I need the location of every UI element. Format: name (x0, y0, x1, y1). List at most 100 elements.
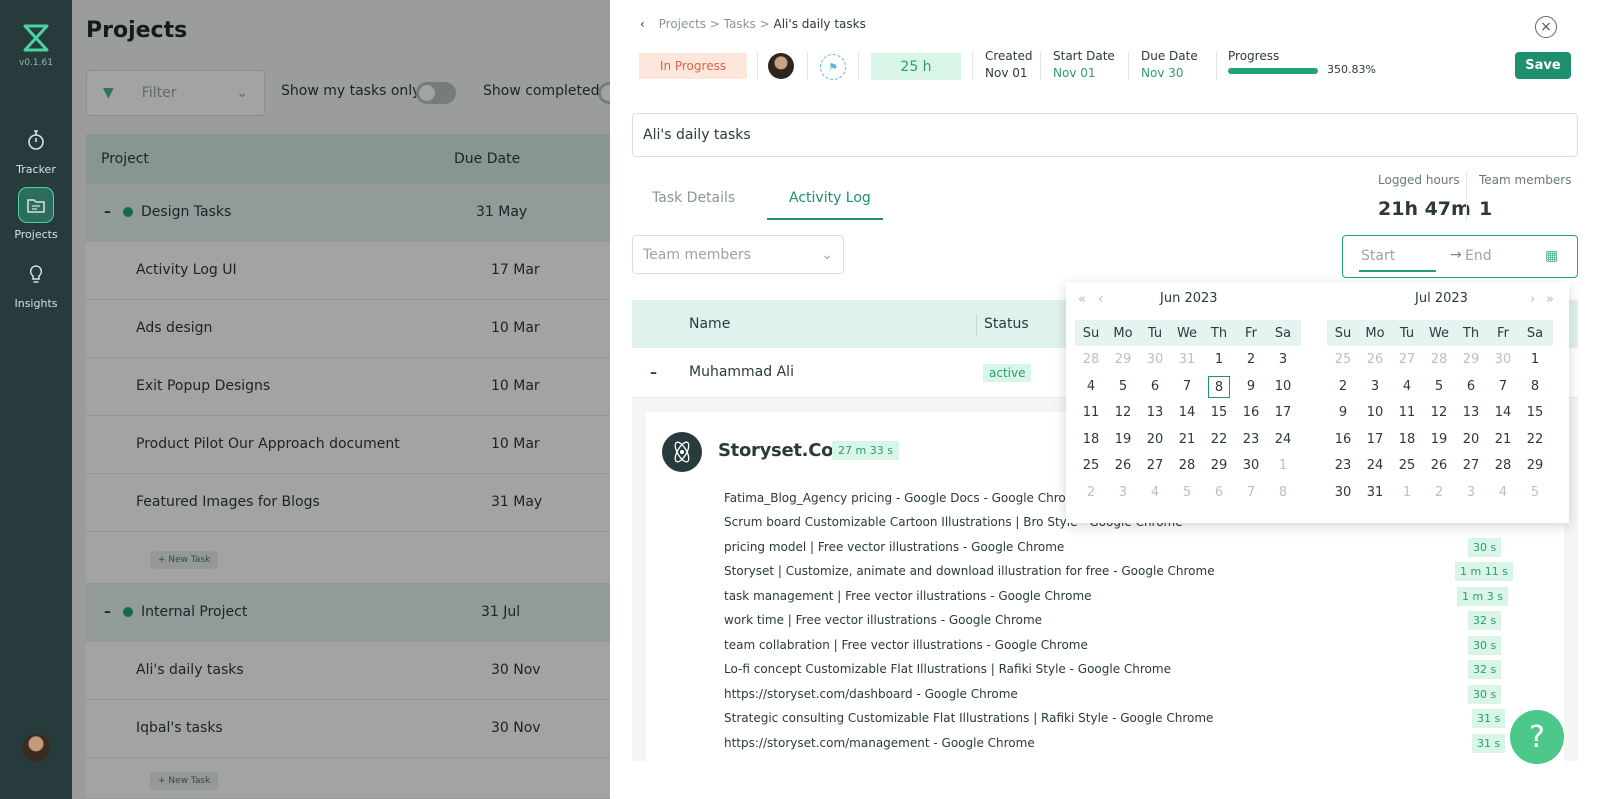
calendar-day[interactable]: 24 (1267, 429, 1299, 451)
calendar-day[interactable]: 10 (1267, 376, 1299, 398)
calendar-day[interactable]: 8 (1208, 375, 1230, 398)
calendar-day[interactable]: 7 (1171, 376, 1203, 398)
calendar-day[interactable]: 5 (1107, 376, 1139, 398)
calendar-day[interactable]: 8 (1267, 482, 1299, 504)
estimated-hours[interactable]: 25 h (871, 53, 961, 80)
calendar-day[interactable]: 25 (1075, 455, 1107, 477)
calendar-day[interactable]: 18 (1075, 429, 1107, 451)
calendar-day[interactable]: 14 (1171, 402, 1203, 424)
calendar-day[interactable]: 2 (1235, 349, 1267, 371)
help-button[interactable]: ? (1510, 710, 1564, 764)
calendar-day[interactable]: 30 (1139, 349, 1171, 371)
calendar-day[interactable]: 27 (1455, 455, 1487, 477)
calendar-day[interactable]: 1 (1519, 349, 1551, 371)
calendar-day[interactable]: 29 (1519, 455, 1551, 477)
calendar-day[interactable]: 1 (1391, 482, 1423, 504)
calendar-day[interactable]: 30 (1235, 455, 1267, 477)
calendar-day[interactable]: 5 (1519, 482, 1551, 504)
calendar-day[interactable]: 11 (1075, 402, 1107, 424)
month-title[interactable]: Jul 2023 (1415, 291, 1468, 306)
date-range-picker[interactable]: Start → End ▦ (1342, 235, 1578, 278)
calendar-day[interactable]: 4 (1075, 376, 1107, 398)
calendar-day[interactable]: 15 (1203, 402, 1235, 424)
back-chevron-icon[interactable]: ‹ (640, 17, 645, 31)
app-logo[interactable]: v0.1.61 (0, 22, 72, 68)
calendar-day[interactable]: 12 (1423, 402, 1455, 424)
calendar-day[interactable]: 3 (1359, 376, 1391, 398)
calendar-day[interactable]: 23 (1327, 455, 1359, 477)
tab-task-details[interactable]: Task Details (652, 190, 735, 206)
calendar-day[interactable]: 7 (1235, 482, 1267, 504)
calendar-day[interactable]: 28 (1423, 349, 1455, 371)
calendar-day[interactable]: 21 (1171, 429, 1203, 451)
calendar-day[interactable]: 5 (1171, 482, 1203, 504)
calendar-day[interactable]: 9 (1235, 376, 1267, 398)
sidebar-item-tracker[interactable]: Tracker (0, 122, 72, 176)
assignee-avatar[interactable] (768, 53, 794, 79)
sidebar-item-projects[interactable]: Projects (0, 187, 72, 241)
calendar-day[interactable]: 30 (1327, 482, 1359, 504)
range-start-input[interactable]: Start (1361, 248, 1395, 264)
calendar-day[interactable]: 20 (1139, 429, 1171, 451)
calendar-day[interactable]: 2 (1075, 482, 1107, 504)
calendar-day[interactable]: 17 (1359, 429, 1391, 451)
calendar-day[interactable]: 17 (1267, 402, 1299, 424)
range-end-input[interactable]: End (1465, 248, 1492, 264)
calendar-day[interactable]: 27 (1391, 349, 1423, 371)
calendar-day[interactable]: 1 (1267, 455, 1299, 477)
calendar-day[interactable]: 3 (1267, 349, 1299, 371)
calendar-day[interactable]: 14 (1487, 402, 1519, 424)
calendar-day[interactable]: 15 (1519, 402, 1551, 424)
next-year-icon[interactable]: » (1546, 292, 1554, 307)
calendar-day[interactable]: 31 (1171, 349, 1203, 371)
team-members-select[interactable]: Team members ⌄ (632, 235, 844, 274)
breadcrumb-item[interactable]: Projects (659, 17, 706, 31)
calendar-day[interactable]: 4 (1487, 482, 1519, 504)
calendar-day[interactable]: 29 (1203, 455, 1235, 477)
tab-activity-log[interactable]: Activity Log (789, 190, 871, 206)
calendar-day[interactable]: 26 (1423, 455, 1455, 477)
calendar-day[interactable]: 30 (1487, 349, 1519, 371)
calendar-day[interactable]: 3 (1455, 482, 1487, 504)
calendar-day[interactable]: 26 (1107, 455, 1139, 477)
calendar-day[interactable]: 9 (1327, 402, 1359, 424)
calendar-day[interactable]: 28 (1075, 349, 1107, 371)
calendar-day[interactable]: 29 (1455, 349, 1487, 371)
calendar-day[interactable]: 19 (1107, 429, 1139, 451)
month-title[interactable]: Jun 2023 (1160, 291, 1218, 306)
calendar-day[interactable]: 22 (1519, 429, 1551, 451)
calendar-day[interactable]: 2 (1423, 482, 1455, 504)
calendar-day[interactable]: 26 (1359, 349, 1391, 371)
calendar-day[interactable]: 20 (1455, 429, 1487, 451)
calendar-day[interactable]: 8 (1519, 376, 1551, 398)
calendar-day[interactable]: 13 (1455, 402, 1487, 424)
calendar-day[interactable]: 10 (1359, 402, 1391, 424)
next-month-icon[interactable]: › (1530, 292, 1535, 307)
calendar-day[interactable]: 6 (1455, 376, 1487, 398)
calendar-day[interactable]: 6 (1203, 482, 1235, 504)
calendar-day[interactable]: 12 (1107, 402, 1139, 424)
calendar-day[interactable]: 25 (1327, 349, 1359, 371)
flag-icon[interactable]: ⚑ (820, 54, 846, 80)
calendar-day[interactable]: 25 (1391, 455, 1423, 477)
status-badge[interactable]: In Progress (639, 53, 747, 79)
calendar-day[interactable]: 3 (1107, 482, 1139, 504)
calendar-day[interactable]: 19 (1423, 429, 1455, 451)
close-icon[interactable]: × (1535, 16, 1557, 38)
calendar-day[interactable]: 13 (1139, 402, 1171, 424)
calendar-day[interactable]: 29 (1107, 349, 1139, 371)
breadcrumb-item[interactable]: Tasks (724, 17, 756, 31)
calendar-day[interactable]: 28 (1171, 455, 1203, 477)
calendar-day[interactable]: 16 (1327, 429, 1359, 451)
calendar-day[interactable]: 23 (1235, 429, 1267, 451)
calendar-day[interactable]: 31 (1359, 482, 1391, 504)
calendar-day[interactable]: 21 (1487, 429, 1519, 451)
prev-month-icon[interactable]: ‹ (1098, 292, 1103, 307)
calendar-day[interactable]: 22 (1203, 429, 1235, 451)
save-button[interactable]: Save (1515, 52, 1571, 79)
calendar-day[interactable]: 1 (1203, 349, 1235, 371)
calendar-day[interactable]: 18 (1391, 429, 1423, 451)
collapse-icon[interactable]: – (650, 365, 657, 381)
due-date-meta[interactable]: Due Date Nov 30 (1141, 49, 1198, 80)
calendar-day[interactable]: 28 (1487, 455, 1519, 477)
